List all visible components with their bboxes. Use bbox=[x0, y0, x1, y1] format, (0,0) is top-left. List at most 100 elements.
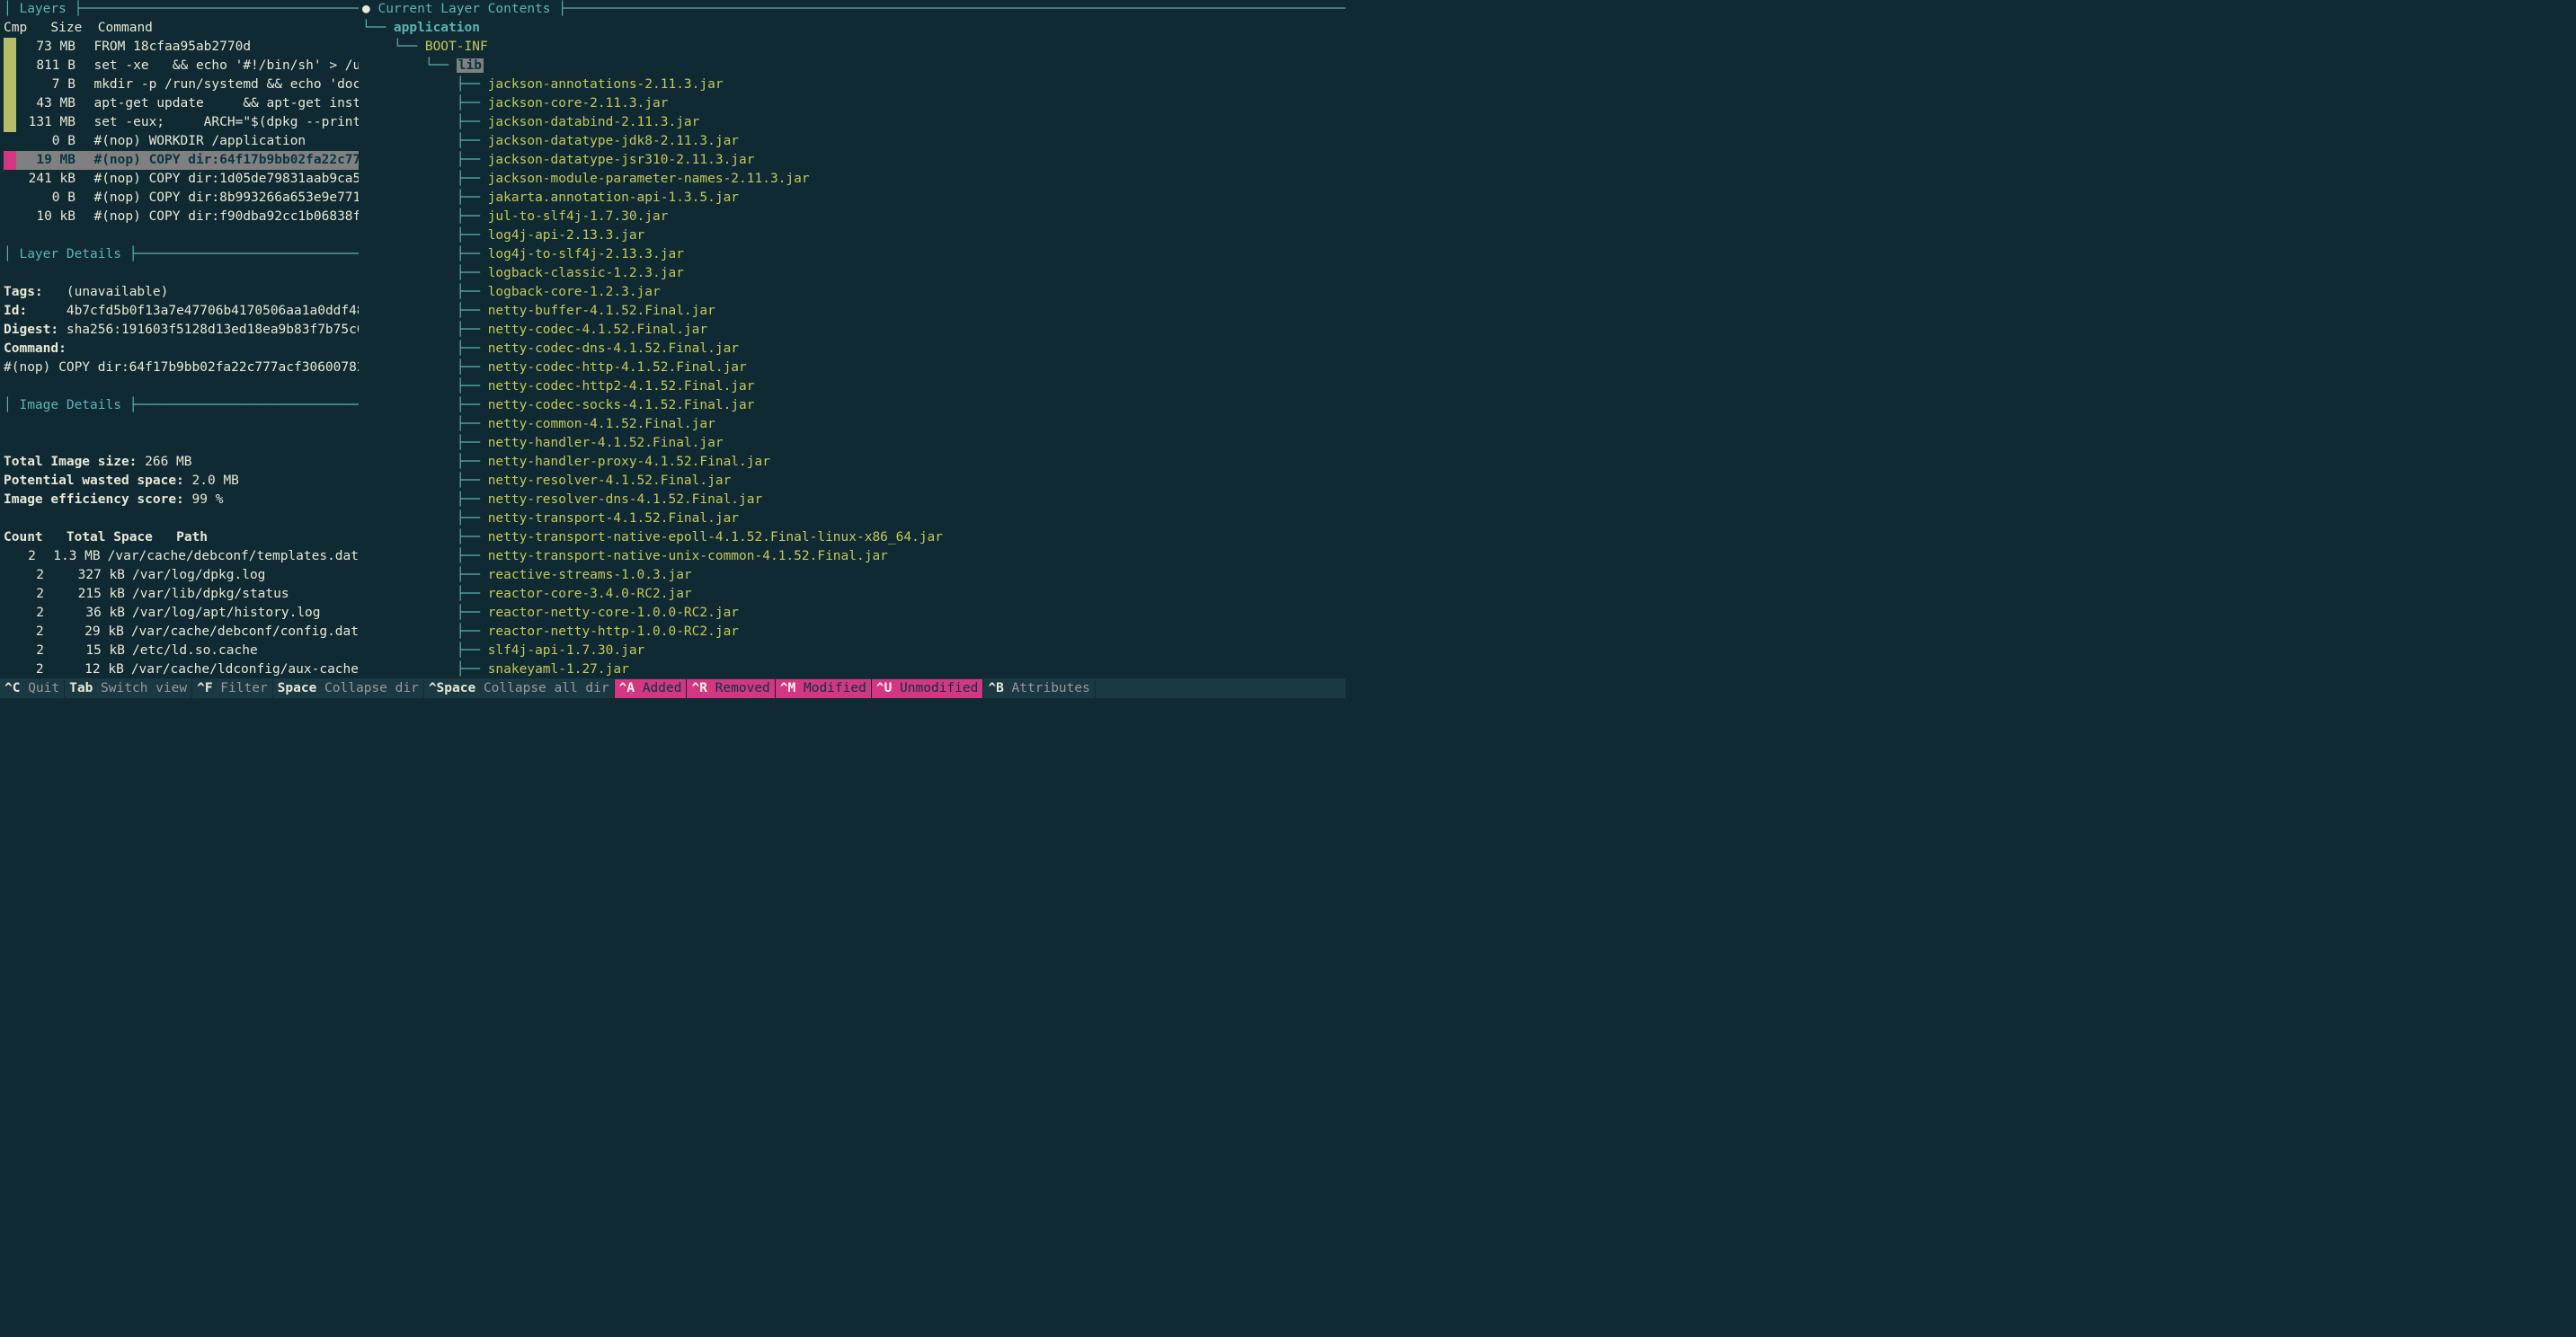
tree-files[interactable]: ├── jackson-annotations-2.11.3.jar ├── j… bbox=[362, 75, 1346, 678]
right-pane: ● Current Layer Contents ├──────────────… bbox=[359, 0, 1346, 678]
cmp-indicator bbox=[4, 208, 16, 226]
tree-file[interactable]: ├── netty-codec-dns-4.1.52.Final.jar bbox=[362, 340, 1346, 359]
tree-file[interactable]: ├── log4j-api-2.13.3.jar bbox=[362, 226, 1346, 245]
footer-item[interactable]: ^B Attributes bbox=[983, 679, 1096, 698]
wasted-row: 215 kB/etc/ld.so.cache bbox=[4, 642, 359, 660]
footer-item[interactable]: ^R Removed bbox=[687, 679, 775, 698]
cmp-indicator bbox=[4, 189, 16, 208]
layer-command: #(nop) COPY dir:1d05de79831aab9ca57b4df2… bbox=[78, 170, 359, 189]
wasted-table: 21.3 MB/var/cache/debconf/templates.dat 2… bbox=[4, 547, 359, 678]
layer-command: apt-get update && apt-get install -y --n… bbox=[78, 94, 359, 113]
layers-panel-header: │ Layers ├──────────────────────────────… bbox=[4, 0, 359, 19]
tree-file[interactable]: ├── logback-core-1.2.3.jar bbox=[362, 283, 1346, 302]
tree-subsub[interactable]: └── lib bbox=[362, 57, 1346, 75]
cmp-indicator bbox=[4, 170, 16, 189]
layer-row[interactable]: 73 MB FROM 18cfaa95ab2770d bbox=[4, 38, 359, 57]
wasted-table-header: Count Total Space Path bbox=[4, 528, 359, 547]
layer-size: 0 B bbox=[19, 189, 76, 208]
tree-file[interactable]: ├── jackson-datatype-jdk8-2.11.3.jar bbox=[362, 132, 1346, 151]
tree-file[interactable]: ├── slf4j-api-1.7.30.jar bbox=[362, 642, 1346, 660]
footer-item[interactable]: ^C Quit bbox=[0, 679, 65, 698]
layer-tags: Tags: (unavailable) bbox=[4, 283, 359, 302]
wasted-row: 2215 kB/var/lib/dpkg/status bbox=[4, 585, 359, 604]
tree-file[interactable]: ├── netty-handler-proxy-4.1.52.Final.jar bbox=[362, 453, 1346, 472]
layer-command: #(nop) WORKDIR /application bbox=[78, 132, 359, 151]
layer-id: Id: 4b7cfd5b0f13a7e47706b4170506aa1a0ddf… bbox=[4, 302, 359, 321]
footer-item[interactable]: ^F Filter bbox=[192, 679, 273, 698]
layer-row[interactable]: 43 MB apt-get update && apt-get install … bbox=[4, 94, 359, 113]
tree-file[interactable]: ├── netty-codec-4.1.52.Final.jar bbox=[362, 321, 1346, 340]
layer-row[interactable]: 7 B mkdir -p /run/systemd && echo 'docke… bbox=[4, 75, 359, 94]
tree-file[interactable]: ├── reactor-netty-core-1.0.0-RC2.jar bbox=[362, 604, 1346, 623]
tree-root[interactable]: └── application bbox=[362, 19, 1346, 38]
wasted-row: 229 kB/var/cache/debconf/config.dat bbox=[4, 623, 359, 642]
footer-item[interactable]: ^A Added bbox=[615, 679, 688, 698]
tree-file[interactable]: ├── reactive-streams-1.0.3.jar bbox=[362, 566, 1346, 585]
tree-file[interactable]: ├── netty-codec-http2-4.1.52.Final.jar bbox=[362, 377, 1346, 396]
layer-command: mkdir -p /run/systemd && echo 'docker' >… bbox=[78, 75, 359, 94]
tree-file[interactable]: ├── jackson-core-2.11.3.jar bbox=[362, 94, 1346, 113]
image-details-header: │ Image Details ├───────────────────────… bbox=[4, 396, 359, 415]
wasted-row: 236 kB/var/log/apt/history.log bbox=[4, 604, 359, 623]
footer-item[interactable]: ^Space Collapse all dir bbox=[424, 679, 615, 698]
layer-size: 0 B bbox=[19, 132, 76, 151]
footer-item[interactable]: ^M Modified bbox=[776, 679, 872, 698]
tree-file[interactable]: ├── netty-transport-native-epoll-4.1.52.… bbox=[362, 528, 1346, 547]
left-pane: │ Layers ├──────────────────────────────… bbox=[0, 0, 359, 678]
layer-details-header: │ Layer Details ├───────────────────────… bbox=[4, 245, 359, 264]
total-image-size: Total Image size: 266 MB bbox=[4, 453, 359, 472]
tree-file[interactable]: ├── jackson-databind-2.11.3.jar bbox=[362, 113, 1346, 132]
layer-command: set -xe && echo '#!/bin/sh' > /usr/sbin/… bbox=[78, 57, 359, 75]
tree-file[interactable]: ├── jackson-datatype-jsr310-2.11.3.jar bbox=[362, 151, 1346, 170]
tree-file[interactable]: ├── reactor-netty-http-1.0.0-RC2.jar bbox=[362, 623, 1346, 642]
layer-row[interactable]: 241 kB #(nop) COPY dir:1d05de79831aab9ca… bbox=[4, 170, 359, 189]
layer-row[interactable]: 131 MB set -eux; ARCH="$(dpkg --print-ar… bbox=[4, 113, 359, 132]
layer-size: 7 B bbox=[19, 75, 76, 94]
tree-file[interactable]: ├── netty-resolver-4.1.52.Final.jar bbox=[362, 472, 1346, 491]
footer-bar[interactable]: ^C QuitTab Switch view^F FilterSpace Col… bbox=[0, 678, 1346, 698]
tree-file[interactable]: ├── netty-handler-4.1.52.Final.jar bbox=[362, 434, 1346, 453]
layer-row[interactable]: 0 B #(nop) WORKDIR /application bbox=[4, 132, 359, 151]
tree-file[interactable]: ├── netty-transport-4.1.52.Final.jar bbox=[362, 509, 1346, 528]
tree-sub[interactable]: └── BOOT-INF bbox=[362, 38, 1346, 57]
layer-command: set -eux; ARCH="$(dpkg --print-architect… bbox=[78, 113, 359, 132]
layers-table[interactable]: 73 MB FROM 18cfaa95ab2770d811 B set -xe … bbox=[4, 38, 359, 226]
layers-table-header: Cmp Size Command bbox=[4, 19, 359, 38]
cmp-indicator bbox=[4, 57, 16, 75]
tree-file[interactable]: ├── netty-resolver-dns-4.1.52.Final.jar bbox=[362, 491, 1346, 509]
tree-file[interactable]: ├── log4j-to-slf4j-2.13.3.jar bbox=[362, 245, 1346, 264]
wasted-row: 21.3 MB/var/cache/debconf/templates.dat bbox=[4, 547, 359, 566]
cmp-indicator bbox=[4, 132, 16, 151]
layer-row[interactable]: 0 B #(nop) COPY dir:8b993266a653e9e771de… bbox=[4, 189, 359, 208]
tree-file[interactable]: ├── reactor-core-3.4.0-RC2.jar bbox=[362, 585, 1346, 604]
layer-command: #(nop) COPY dir:8b993266a653e9e771de6e70… bbox=[78, 189, 359, 208]
tree-file[interactable]: ├── netty-buffer-4.1.52.Final.jar bbox=[362, 302, 1346, 321]
layer-row[interactable]: 811 B set -xe && echo '#!/bin/sh' > /usr… bbox=[4, 57, 359, 75]
tree-file[interactable]: ├── jackson-module-parameter-names-2.11.… bbox=[362, 170, 1346, 189]
tree-file[interactable]: ├── netty-transport-native-unix-common-4… bbox=[362, 547, 1346, 566]
tree-file[interactable]: ├── netty-codec-http-4.1.52.Final.jar bbox=[362, 359, 1346, 377]
layer-size: 241 kB bbox=[19, 170, 76, 189]
wasted-space: Potential wasted space: 2.0 MB bbox=[4, 472, 359, 491]
contents-title: Current Layer Contents bbox=[378, 2, 550, 16]
layer-details-title: Layer Details bbox=[19, 247, 121, 261]
tree-file[interactable]: ├── netty-common-4.1.52.Final.jar bbox=[362, 415, 1346, 434]
contents-panel-header: ● Current Layer Contents ├──────────────… bbox=[362, 0, 1346, 19]
layer-row[interactable]: 19 MB #(nop) COPY dir:64f17b9bb02fa22c77… bbox=[4, 151, 359, 170]
tree-file[interactable]: ├── netty-codec-socks-4.1.52.Final.jar bbox=[362, 396, 1346, 415]
layer-command-value: #(nop) COPY dir:64f17b9bb02fa22c777acf30… bbox=[4, 359, 359, 377]
tree-file[interactable]: ├── snakeyaml-1.27.jar bbox=[362, 660, 1346, 678]
cmp-indicator bbox=[4, 75, 16, 94]
footer-item[interactable]: ^U Unmodified bbox=[872, 679, 984, 698]
layer-row[interactable]: 10 kB #(nop) COPY dir:f90dba92cc1b06838f… bbox=[4, 208, 359, 226]
tree-file[interactable]: ├── jakarta.annotation-api-1.3.5.jar bbox=[362, 189, 1346, 208]
footer-item[interactable]: Space Collapse dir bbox=[273, 679, 424, 698]
cmp-indicator bbox=[4, 38, 16, 57]
tree-file[interactable]: ├── logback-classic-1.2.3.jar bbox=[362, 264, 1346, 283]
tree-file[interactable]: ├── jul-to-slf4j-1.7.30.jar bbox=[362, 208, 1346, 226]
tree-file[interactable]: ├── jackson-annotations-2.11.3.jar bbox=[362, 75, 1346, 94]
layer-size: 10 kB bbox=[19, 208, 76, 226]
layer-command: #(nop) COPY dir:64f17b9bb02fa22c777acf30… bbox=[78, 151, 359, 170]
cmp-indicator bbox=[4, 94, 16, 113]
footer-item[interactable]: Tab Switch view bbox=[65, 679, 192, 698]
